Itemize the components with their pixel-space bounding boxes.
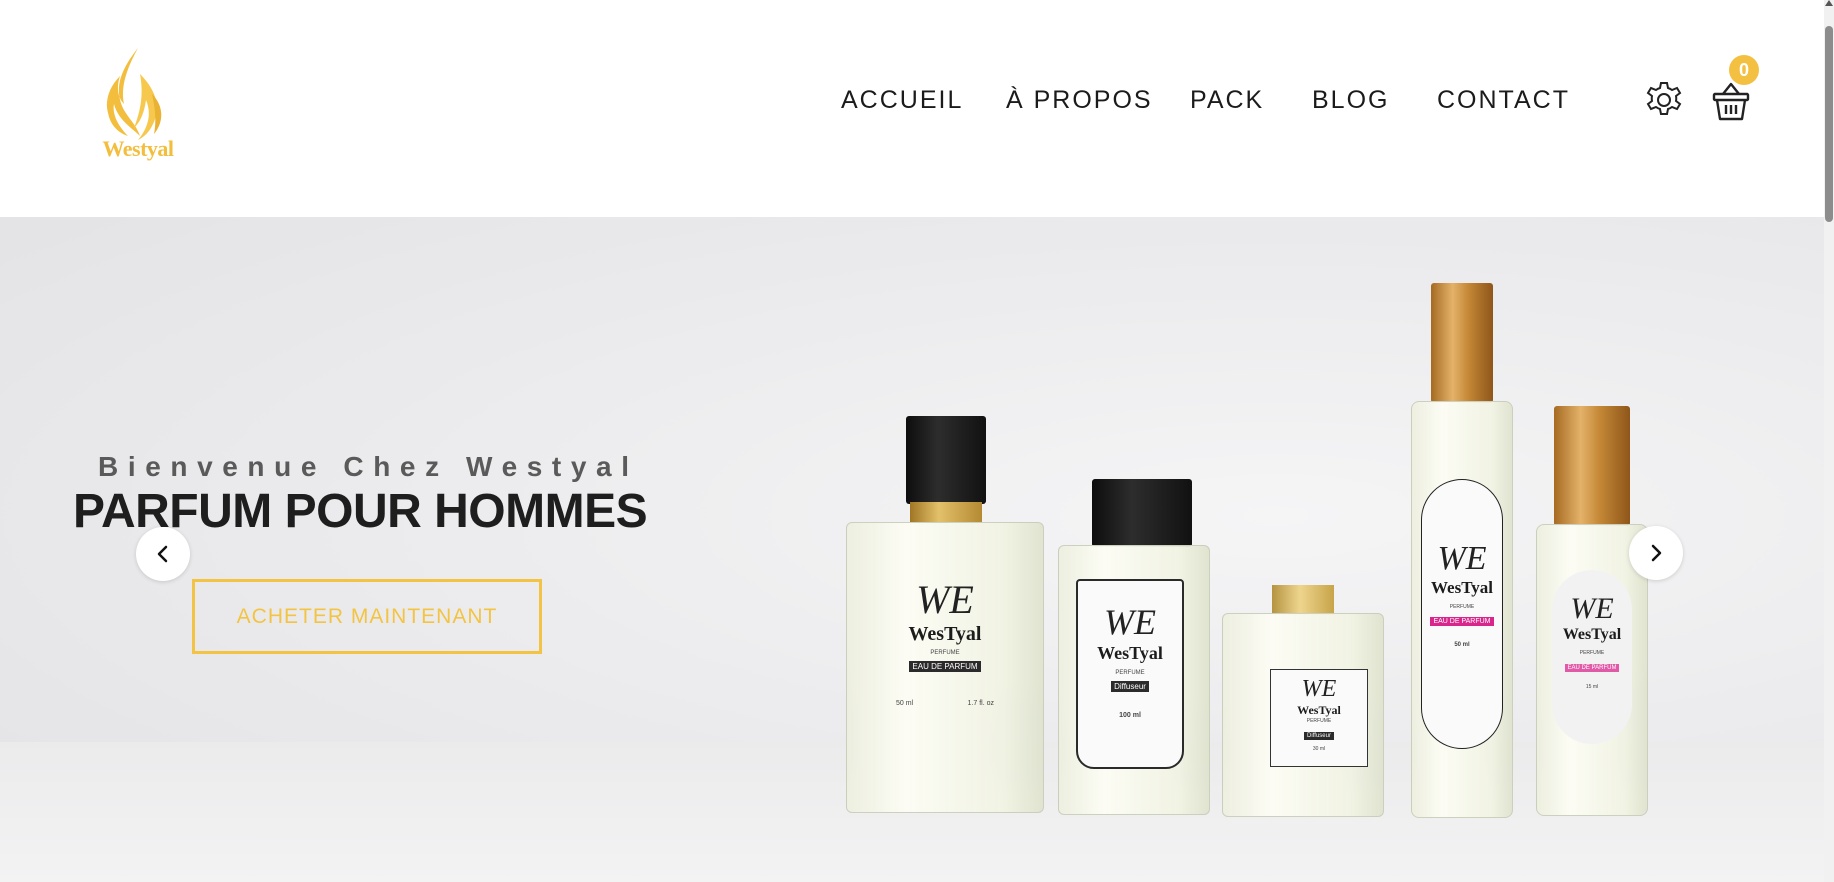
bottle-size: 100 ml — [1119, 712, 1141, 719]
brand-logo[interactable]: Westyal — [92, 44, 184, 164]
site-header: Westyal ACCUEIL À PROPOS PACK BLOG CONTA… — [0, 0, 1824, 217]
nav-item-blog[interactable]: BLOG — [1312, 86, 1389, 115]
bottle-tag: Diffuseur — [1111, 681, 1149, 692]
nav-item-accueil[interactable]: ACCUEIL — [841, 86, 963, 115]
nav-item-contact[interactable]: CONTACT — [1437, 86, 1570, 115]
bottle-logo: WE — [1301, 676, 1337, 702]
bottle-size: 50 ml — [1454, 642, 1470, 648]
bottle-tag: EAU DE PARFUM — [1564, 664, 1620, 672]
chevron-left-icon — [157, 545, 168, 563]
bottle-line: PERFUME — [1115, 670, 1145, 676]
bottle-logo: WE — [1104, 602, 1156, 642]
bottle-logo: WE — [916, 577, 974, 622]
bottle-line: PERFUME — [1579, 650, 1605, 656]
brand-name: Westyal — [102, 136, 174, 161]
settings-gear-icon[interactable] — [1644, 80, 1684, 120]
product-bottle-eau-de-parfum-50ml: WE WesTyal PERFUME EAU DE PARFUM 50 ml 1… — [846, 416, 1044, 813]
cart-count-badge: 0 — [1729, 55, 1759, 85]
buy-now-button[interactable]: ACHETER MAINTENANT — [192, 579, 542, 654]
bottle-line: PERFUME — [1306, 718, 1332, 724]
bottle-tag: EAU DE PARFUM — [1430, 617, 1494, 626]
bottle-logo: WE — [1437, 540, 1487, 577]
bottle-logo: WE — [1570, 592, 1614, 625]
bottle-brand: WesTyal — [1562, 626, 1622, 643]
flame-logo-icon — [106, 48, 162, 140]
bottle-brand: WesTyal — [908, 623, 982, 645]
bottle-line: PERFUME — [1449, 604, 1475, 610]
bottle-brand: WesTyal — [1097, 643, 1163, 663]
product-bottle-diffuseur-100ml: WE WesTyal PERFUME Diffuseur 100 ml — [1058, 479, 1210, 815]
hero-welcome-text: Bienvenue Chez Westyal — [98, 451, 639, 482]
bottle-tag: Diffuseur — [1304, 732, 1334, 740]
nav-item-pack[interactable]: PACK — [1190, 86, 1264, 115]
bottle-brand: WesTyal — [1430, 578, 1494, 597]
page: Westyal ACCUEIL À PROPOS PACK BLOG CONTA… — [0, 0, 1834, 882]
bottle-size-ml: 50 ml — [896, 700, 914, 707]
bottle-tag: EAU DE PARFUM — [909, 661, 981, 672]
bottle-size: 30 ml — [1312, 746, 1326, 752]
slider-prev-button[interactable] — [136, 527, 190, 581]
bottle-size: 15 ml — [1585, 684, 1599, 690]
bottle-brand: WesTyal — [1297, 703, 1341, 717]
scroll-up-arrow-icon[interactable] — [1825, 0, 1833, 6]
product-bottle-eau-de-parfum-tall-50ml: WE WesTyal PERFUME EAU DE PARFUM 50 ml — [1411, 283, 1513, 818]
chevron-right-icon — [1651, 544, 1662, 562]
bottle-size-oz: 1.7 fl. oz — [967, 700, 994, 707]
page-scrollbar[interactable] — [1824, 0, 1834, 882]
scrollbar-thumb[interactable] — [1825, 26, 1833, 222]
product-bottle-eau-de-parfum-15ml: WE WesTyal PERFUME EAU DE PARFUM 15 ml — [1536, 406, 1648, 816]
product-bottle-diffuseur-30ml: WE WesTyal PERFUME Diffuseur 30 ml — [1222, 585, 1384, 817]
nav-item-a-propos[interactable]: À PROPOS — [1006, 86, 1153, 115]
bottle-line: PERFUME — [930, 650, 960, 656]
slider-next-button[interactable] — [1629, 526, 1683, 580]
hero-slider: Bienvenue Chez Westyal PARFUM POUR HOMME… — [0, 217, 1824, 882]
